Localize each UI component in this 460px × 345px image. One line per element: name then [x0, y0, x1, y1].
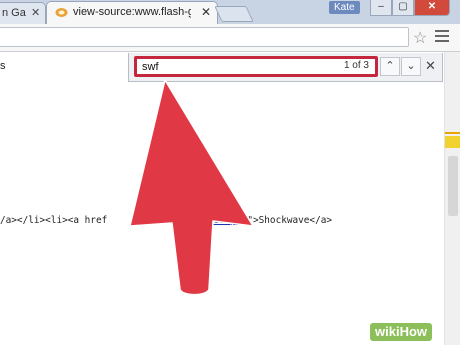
- find-input[interactable]: [142, 60, 322, 74]
- close-window-button[interactable]: ✕: [414, 0, 450, 16]
- find-next-button[interactable]: ⌄: [401, 57, 421, 76]
- find-result-count: 1 of 3: [343, 60, 369, 71]
- tab-background[interactable]: n Ga ✕: [0, 2, 46, 24]
- star-icon[interactable]: ☆: [413, 28, 427, 48]
- source-code-line: /a></li><li><a href e-games.php">Shockwav…: [0, 215, 332, 226]
- find-close-icon[interactable]: ✕: [425, 58, 436, 74]
- maximize-button[interactable]: ▢: [392, 0, 414, 16]
- chevron-down-icon: ⌄: [406, 60, 416, 72]
- scrollbar-thumb[interactable]: [448, 156, 458, 216]
- chevron-up-icon: ⌃: [385, 60, 395, 72]
- code-text: ">Shockwave</a>: [247, 215, 333, 226]
- page-source-view: s /a></li><li><a href e-games.php">Shockw…: [0, 52, 460, 345]
- logo-text: How: [399, 324, 428, 339]
- tab-close-icon[interactable]: ✕: [31, 6, 40, 19]
- source-text: s: [0, 60, 6, 72]
- tab-strip: n Ga ✕ view-source:www.flash-g ✕ Kate – …: [0, 0, 460, 24]
- find-previous-button[interactable]: ⌃: [380, 57, 400, 76]
- browser-toolbar: ☆: [0, 24, 460, 52]
- address-bar[interactable]: [0, 27, 409, 47]
- source-link[interactable]: e-games.php: [185, 215, 247, 226]
- flash-favicon-icon: [55, 8, 68, 17]
- find-input-box[interactable]: 1 of 3: [134, 56, 378, 77]
- tab-title: n Ga: [2, 7, 26, 19]
- user-profile-badge[interactable]: Kate: [329, 1, 360, 14]
- vertical-scrollbar[interactable]: [444, 52, 460, 345]
- window-controls: – ▢ ✕: [370, 0, 450, 16]
- tab-active[interactable]: view-source:www.flash-g ✕: [46, 1, 218, 24]
- new-tab-button[interactable]: [214, 6, 254, 22]
- minimize-button[interactable]: –: [370, 0, 392, 16]
- find-match-marker: [445, 132, 460, 134]
- find-match-marker: [445, 136, 460, 148]
- wikihow-logo: wikiHow: [370, 323, 433, 341]
- tab-close-icon[interactable]: ✕: [201, 5, 211, 19]
- find-bar: 1 of 3 ⌃ ⌄ ✕: [128, 53, 443, 82]
- hamburger-menu-icon[interactable]: [435, 30, 449, 43]
- logo-text: wiki: [375, 324, 400, 339]
- tab-title: view-source:www.flash-g: [73, 6, 191, 18]
- code-text: /a></li><li><a href: [0, 215, 108, 226]
